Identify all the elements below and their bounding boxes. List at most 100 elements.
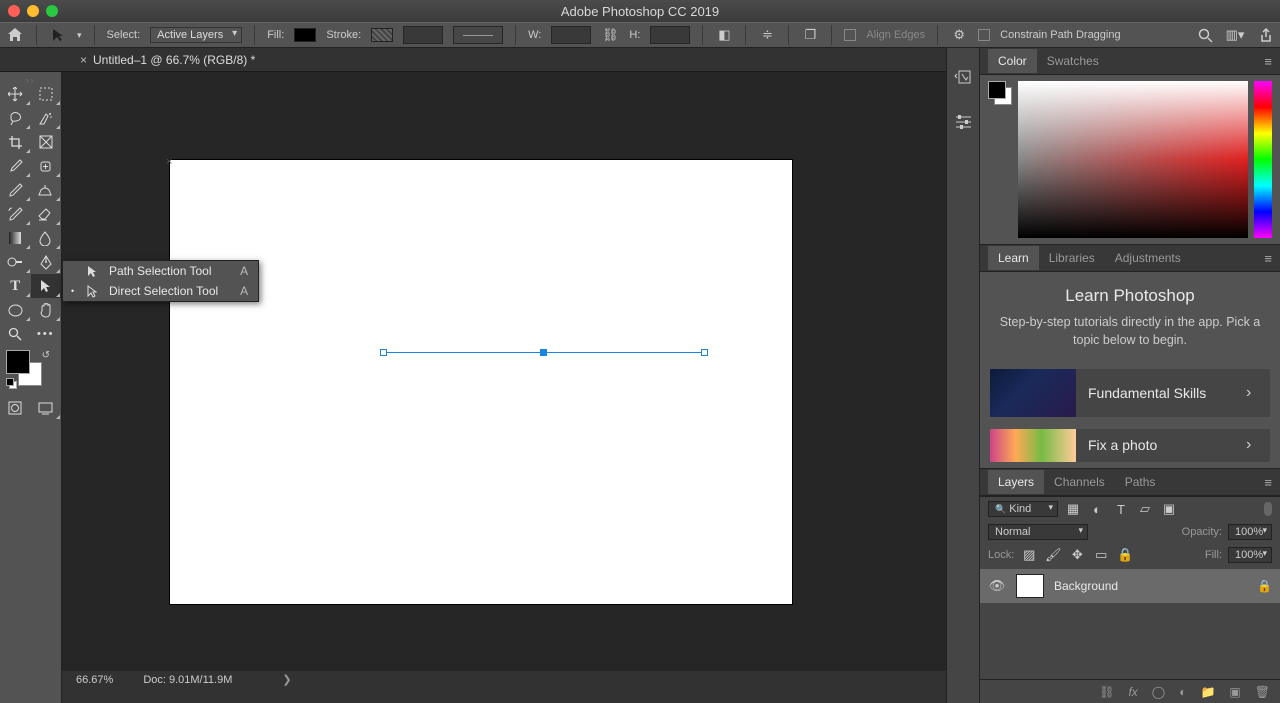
window-close[interactable] xyxy=(8,5,20,17)
visibility-eye-icon[interactable]: 👁 xyxy=(988,577,1006,595)
channels-tab[interactable]: Channels xyxy=(1044,470,1115,494)
color-fg-swatch[interactable] xyxy=(988,81,1006,99)
tool-preset-picker[interactable] xyxy=(49,26,67,44)
zoom-tool[interactable] xyxy=(0,322,31,346)
delete-layer-icon[interactable]: 🗑 xyxy=(1255,685,1270,699)
color-spectrum[interactable] xyxy=(1018,81,1248,238)
path-segment[interactable] xyxy=(384,352,704,353)
lock-artboard-icon[interactable]: ▭ xyxy=(1092,546,1110,564)
lock-transparency-icon[interactable]: ▨ xyxy=(1020,546,1038,564)
blend-mode-dropdown[interactable]: Normal xyxy=(988,524,1088,540)
dodge-tool[interactable] xyxy=(0,250,31,274)
marquee-tool[interactable] xyxy=(31,82,62,106)
select-dropdown[interactable]: Active Layers xyxy=(150,27,242,43)
lesson-fundamental-skills[interactable]: Fundamental Skills › xyxy=(990,369,1270,417)
layer-row-background[interactable]: 👁 Background 🔒 xyxy=(980,569,1280,603)
filter-toggle[interactable] xyxy=(1264,502,1272,516)
crop-tool[interactable] xyxy=(0,130,31,154)
lasso-tool[interactable] xyxy=(0,106,31,130)
layer-lock-icon[interactable]: 🔒 xyxy=(1257,579,1272,593)
link-layers-icon[interactable]: ⛓ xyxy=(1099,685,1114,699)
properties-panel-icon[interactable] xyxy=(954,112,972,130)
home-button[interactable] xyxy=(6,26,24,44)
libraries-tab[interactable]: Libraries xyxy=(1039,246,1105,270)
lock-image-icon[interactable]: 🖌 xyxy=(1044,546,1062,564)
lock-position-icon[interactable]: ✥ xyxy=(1068,546,1086,564)
layer-style-icon[interactable]: fx xyxy=(1128,685,1137,699)
layer-filter-type[interactable]: 🔍 Kind xyxy=(988,501,1058,517)
edit-toolbar[interactable]: ••• xyxy=(31,322,62,346)
learn-tab[interactable]: Learn xyxy=(988,246,1039,270)
layer-thumbnail[interactable] xyxy=(1016,574,1044,598)
swap-colors-icon[interactable]: ↺ xyxy=(42,350,50,361)
quick-mask-mode[interactable] xyxy=(0,396,31,420)
shape-tool[interactable] xyxy=(0,298,31,322)
zoom-level[interactable]: 66.67% xyxy=(76,674,113,686)
path-options-gear-icon[interactable]: ⚙ xyxy=(950,26,968,44)
hand-tool[interactable] xyxy=(31,298,62,322)
document-tab[interactable]: × Untitled–1 @ 66.7% (RGB/8) * xyxy=(70,49,265,71)
tab-close-icon[interactable]: × xyxy=(80,53,87,67)
history-brush-tool[interactable] xyxy=(0,202,31,226)
swatches-tab[interactable]: Swatches xyxy=(1037,49,1109,73)
clone-stamp-tool[interactable] xyxy=(31,178,62,202)
screen-mode[interactable] xyxy=(31,396,62,420)
filter-type-icon[interactable]: T xyxy=(1112,500,1130,518)
type-tool[interactable]: T xyxy=(0,274,31,298)
filter-pixel-icon[interactable]: ▦ xyxy=(1064,500,1082,518)
flyout-item-path-selection[interactable]: Path Selection Tool A xyxy=(63,261,258,281)
eraser-tool[interactable] xyxy=(31,202,62,226)
new-layer-icon[interactable]: ▣ xyxy=(1229,685,1240,699)
canvas-area[interactable]: × 66.67% Doc: 9.01M/11.9M ❯ xyxy=(62,72,946,688)
flyout-item-direct-selection[interactable]: • Direct Selection Tool A xyxy=(63,281,258,301)
filter-adjustment-icon[interactable]: ◐ xyxy=(1088,500,1106,518)
document-info[interactable]: Doc: 9.01M/11.9M xyxy=(143,674,232,686)
stroke-swatch[interactable] xyxy=(371,28,393,42)
stroke-style-dropdown[interactable] xyxy=(453,26,503,44)
document-canvas[interactable]: × xyxy=(170,160,792,604)
filter-smart-icon[interactable]: ▣ xyxy=(1160,500,1178,518)
align-edges-checkbox[interactable] xyxy=(844,29,856,41)
panel-menu-icon[interactable]: ≡ xyxy=(1264,475,1272,490)
layer-mask-icon[interactable]: ◯ xyxy=(1152,685,1165,699)
panel-menu-icon[interactable]: ≡ xyxy=(1264,54,1272,69)
status-menu-chevron-icon[interactable]: ❯ xyxy=(282,673,291,686)
anchor-point-start[interactable] xyxy=(380,349,387,356)
height-input[interactable] xyxy=(650,26,690,44)
move-tool[interactable] xyxy=(0,82,31,106)
paths-tab[interactable]: Paths xyxy=(1115,470,1166,494)
layer-name[interactable]: Background xyxy=(1054,579,1118,593)
width-input[interactable] xyxy=(551,26,591,44)
path-arrangement-icon[interactable]: ❐ xyxy=(801,26,819,44)
blur-tool[interactable] xyxy=(31,226,62,250)
default-colors-icon[interactable] xyxy=(6,378,18,390)
healing-brush-tool[interactable] xyxy=(31,154,62,178)
layers-tab[interactable]: Layers xyxy=(988,470,1044,494)
group-icon[interactable]: 📁 xyxy=(1200,685,1215,699)
search-icon[interactable] xyxy=(1196,26,1214,44)
color-swatches[interactable]: ↺ xyxy=(6,350,56,390)
lesson-fix-a-photo[interactable]: Fix a photo › xyxy=(990,429,1270,462)
workspace-switcher-icon[interactable]: ▥▾ xyxy=(1226,26,1244,44)
adjustment-layer-icon[interactable]: ◐ xyxy=(1179,685,1186,699)
lock-all-icon[interactable]: 🔒 xyxy=(1116,546,1134,564)
brush-tool[interactable] xyxy=(0,178,31,202)
adjustments-tab[interactable]: Adjustments xyxy=(1105,246,1191,270)
gradient-tool[interactable] xyxy=(0,226,31,250)
path-selection-tool[interactable] xyxy=(31,274,62,298)
fill-swatch[interactable] xyxy=(294,28,316,42)
share-icon[interactable] xyxy=(1256,26,1274,44)
eyedropper-tool[interactable] xyxy=(0,154,31,178)
stroke-width-input[interactable] xyxy=(403,26,443,44)
foreground-color-swatch[interactable] xyxy=(6,350,30,374)
link-wh-icon[interactable]: ⛓ xyxy=(601,26,619,44)
anchor-point-end[interactable] xyxy=(701,349,708,356)
pen-tool[interactable] xyxy=(31,250,62,274)
anchor-point-selected[interactable] xyxy=(540,349,547,356)
hue-slider[interactable] xyxy=(1254,81,1272,238)
history-panel-icon[interactable] xyxy=(954,68,972,86)
window-maximize[interactable] xyxy=(46,5,58,17)
window-minimize[interactable] xyxy=(27,5,39,17)
constrain-checkbox[interactable] xyxy=(978,29,990,41)
panel-menu-icon[interactable]: ≡ xyxy=(1264,251,1272,266)
